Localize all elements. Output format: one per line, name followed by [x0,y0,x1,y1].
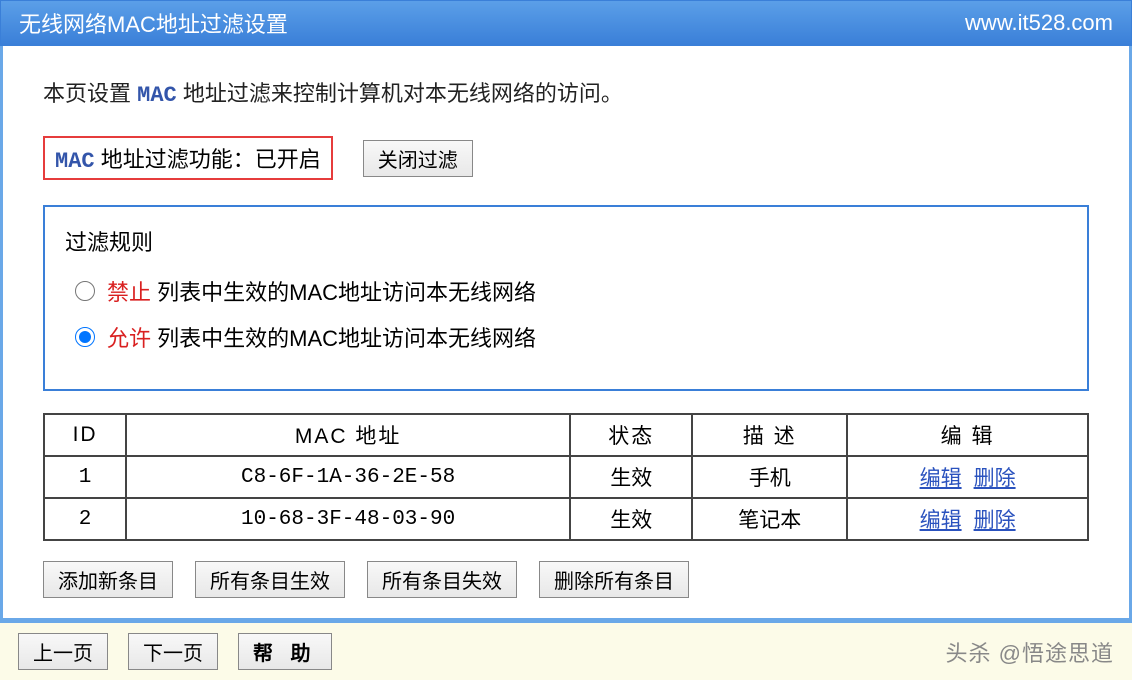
table-row: 2 10-68-3F-48-03-90 生效 笔记本 编辑删除 [44,498,1088,540]
table-row: 1 C8-6F-1A-36-2E-58 生效 手机 编辑删除 [44,456,1088,498]
watermark-text: 头杀 @悟途思道 [946,636,1114,668]
col-edit: 编 辑 [847,414,1088,456]
intro-text: 本页设置 MAC 地址过滤来控制计算机对本无线网络的访问。 [43,76,1089,108]
cell-status: 生效 [570,498,692,540]
table-header-row: ID MAC 地址 状态 描 述 编 辑 [44,414,1088,456]
bulk-action-row: 添加新条目 所有条目生效 所有条目失效 删除所有条目 [43,561,1089,598]
filter-status-row: MAC 地址过滤功能：已开启 关闭过滤 [43,136,1089,180]
cell-actions: 编辑删除 [847,456,1088,498]
cell-mac: C8-6F-1A-36-2E-58 [126,456,570,498]
delete-link[interactable]: 删除 [974,467,1016,490]
page-header: 无线网络MAC地址过滤设置 www.it528.com [0,0,1132,46]
col-desc: 描 述 [692,414,847,456]
content-area: 本页设置 MAC 地址过滤来控制计算机对本无线网络的访问。 MAC 地址过滤功能… [0,46,1132,621]
col-mac: MAC 地址 [126,414,570,456]
footer-nav: 上一页 下一页 帮 助 头杀 @悟途思道 [0,621,1132,680]
edit-link[interactable]: 编辑 [920,467,962,490]
mac-literal: MAC [137,83,177,108]
radio-deny[interactable] [75,281,95,301]
prev-page-button[interactable]: 上一页 [18,633,108,670]
rule-option-allow[interactable]: 允许 列表中生效的MAC地址访问本无线网络 [75,321,1067,353]
enable-all-button[interactable]: 所有条目生效 [195,561,345,598]
cell-actions: 编辑删除 [847,498,1088,540]
col-status: 状态 [570,414,692,456]
deny-keyword: 禁止 [107,280,151,305]
cell-id: 2 [44,498,126,540]
cell-mac: 10-68-3F-48-03-90 [126,498,570,540]
allow-keyword: 允许 [107,326,151,351]
cell-id: 1 [44,456,126,498]
toggle-filter-button[interactable]: 关闭过滤 [363,140,473,177]
mac-filter-table: ID MAC 地址 状态 描 述 编 辑 1 C8-6F-1A-36-2E-58… [43,413,1089,541]
delete-all-button[interactable]: 删除所有条目 [539,561,689,598]
cell-desc: 手机 [692,456,847,498]
help-button[interactable]: 帮 助 [238,633,332,670]
disable-all-button[interactable]: 所有条目失效 [367,561,517,598]
site-url: www.it528.com [965,10,1113,36]
add-entry-button[interactable]: 添加新条目 [43,561,173,598]
cell-status: 生效 [570,456,692,498]
filter-status: MAC 地址过滤功能：已开启 [43,136,333,180]
radio-allow[interactable] [75,327,95,347]
rules-title: 过滤规则 [65,225,1067,257]
edit-link[interactable]: 编辑 [920,509,962,532]
next-page-button[interactable]: 下一页 [128,633,218,670]
col-id: ID [44,414,126,456]
rule-option-deny[interactable]: 禁止 列表中生效的MAC地址访问本无线网络 [75,275,1067,307]
delete-link[interactable]: 删除 [974,509,1016,532]
page-title: 无线网络MAC地址过滤设置 [19,7,288,39]
filter-rules-box: 过滤规则 禁止 列表中生效的MAC地址访问本无线网络 允许 列表中生效的MAC地… [43,205,1089,391]
cell-desc: 笔记本 [692,498,847,540]
